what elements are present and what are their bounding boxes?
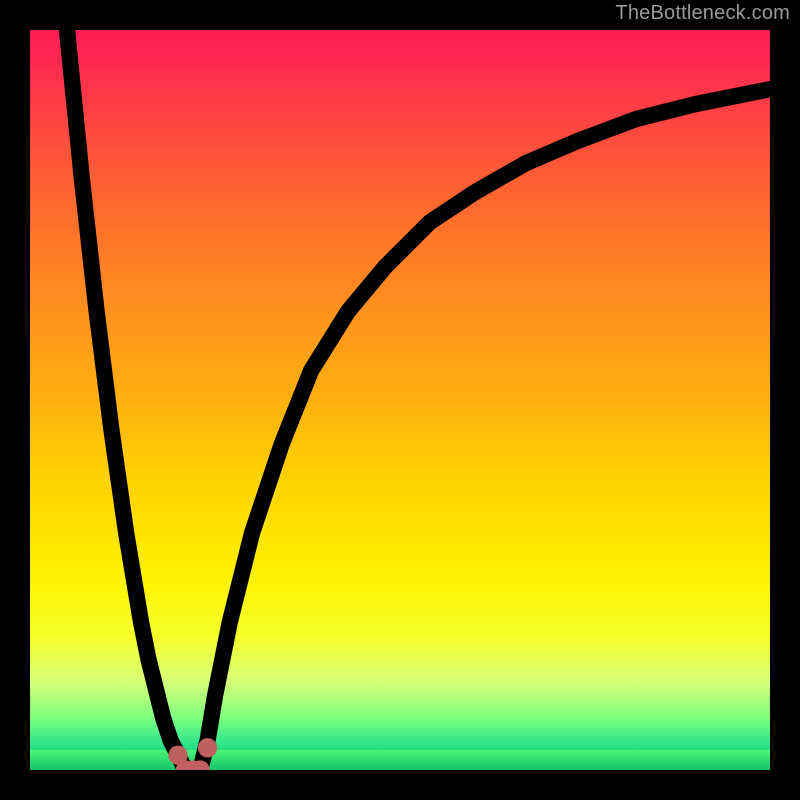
curve-left-branch <box>67 30 185 770</box>
valley-marker <box>198 738 217 757</box>
plot-area <box>30 30 770 770</box>
curve-layer <box>30 30 770 770</box>
watermark-text: TheBottleneck.com <box>615 2 790 25</box>
curve-right-branch <box>200 89 770 770</box>
chart-frame: TheBottleneck.com <box>0 0 800 800</box>
